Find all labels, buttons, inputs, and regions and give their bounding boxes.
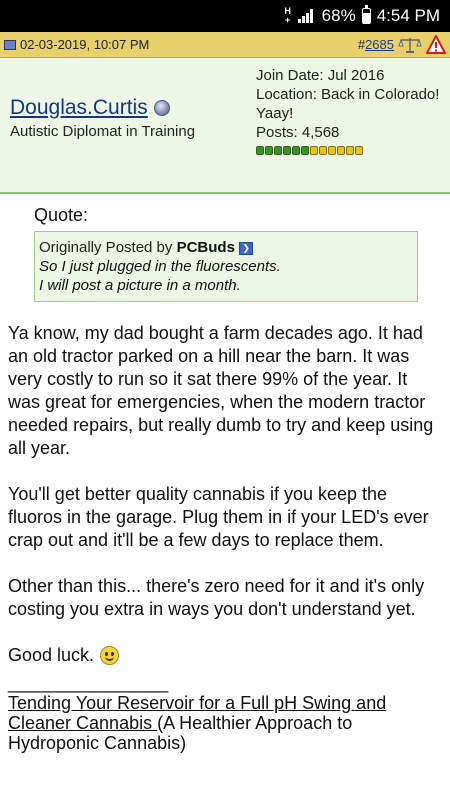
reputation-pip <box>319 146 327 155</box>
reputation-pip <box>310 146 318 155</box>
signature-rule: ________________ <box>8 673 169 693</box>
post-number-link[interactable]: 2685 <box>365 37 394 52</box>
quote-line-2: I will post a picture in a month. <box>39 277 241 294</box>
post-paragraph: Ya know, my dad bought a farm decades ag… <box>8 323 434 458</box>
battery-icon <box>361 5 371 24</box>
user-title: Autistic Diplomat in Training <box>10 123 196 140</box>
battery-level <box>362 13 370 23</box>
reputation-pip <box>265 146 273 155</box>
user-info-panel: Douglas.Curtis Autistic Diplomat in Trai… <box>0 58 450 194</box>
join-date: Join Date: Jul 2016 <box>256 67 385 84</box>
report-post-icon[interactable] <box>426 34 446 55</box>
network-type-indicator: H + <box>284 6 291 25</box>
quote-label: Quote: <box>34 205 89 225</box>
quote-attribution: Originally Posted by PCBuds ❯ <box>39 238 413 257</box>
reputation-pip <box>346 146 354 155</box>
reputation-pip <box>301 146 309 155</box>
smile-icon <box>100 646 120 665</box>
post-paragraph: Other than this... there's zero need for… <box>8 576 425 619</box>
battery-percent: 68% <box>321 6 356 25</box>
post-icon <box>4 39 16 50</box>
sign-off: Good luck. <box>8 644 442 667</box>
quote-line-1: So I just plugged in the fluorescents. <box>39 258 281 275</box>
online-status-icon <box>153 100 170 116</box>
post-header: 02-03-2019, 10:07 PM #2685 <box>0 32 450 58</box>
post-date: 02-03-2019, 10:07 PM <box>20 37 150 52</box>
post-count: Posts: 4,568 <box>256 124 340 141</box>
username-link[interactable]: Douglas.Curtis <box>10 96 148 120</box>
post-number: #2685 <box>357 37 394 52</box>
status-bar: H + 68% 4:54 PM <box>0 0 450 32</box>
reputation-pip <box>337 146 345 155</box>
reputation-pip <box>292 146 300 155</box>
view-post-icon[interactable]: ❯ <box>239 241 254 255</box>
reputation-bar <box>256 146 446 155</box>
reputation-pip <box>355 146 363 155</box>
reputation-pip <box>256 146 264 155</box>
quote-author: PCBuds <box>176 239 235 256</box>
signal-icon <box>297 9 316 23</box>
clock: 4:54 PM <box>376 6 440 25</box>
reputation-pip <box>274 146 282 155</box>
post-content: Quote: Originally Posted by PCBuds ❯ So … <box>0 194 450 753</box>
user-location: Location: Back in Colorado! Yaay! <box>256 86 440 122</box>
reputation-pip <box>283 146 291 155</box>
reputation-scale-icon[interactable] <box>398 35 422 55</box>
post-paragraph: You'll get better quality cannabis if yo… <box>8 484 429 550</box>
quote-block: Originally Posted by PCBuds ❯ So I just … <box>34 231 418 302</box>
signature: Tending Your Reservoir for a Full pH Swi… <box>8 693 387 753</box>
reputation-pip <box>328 146 336 155</box>
